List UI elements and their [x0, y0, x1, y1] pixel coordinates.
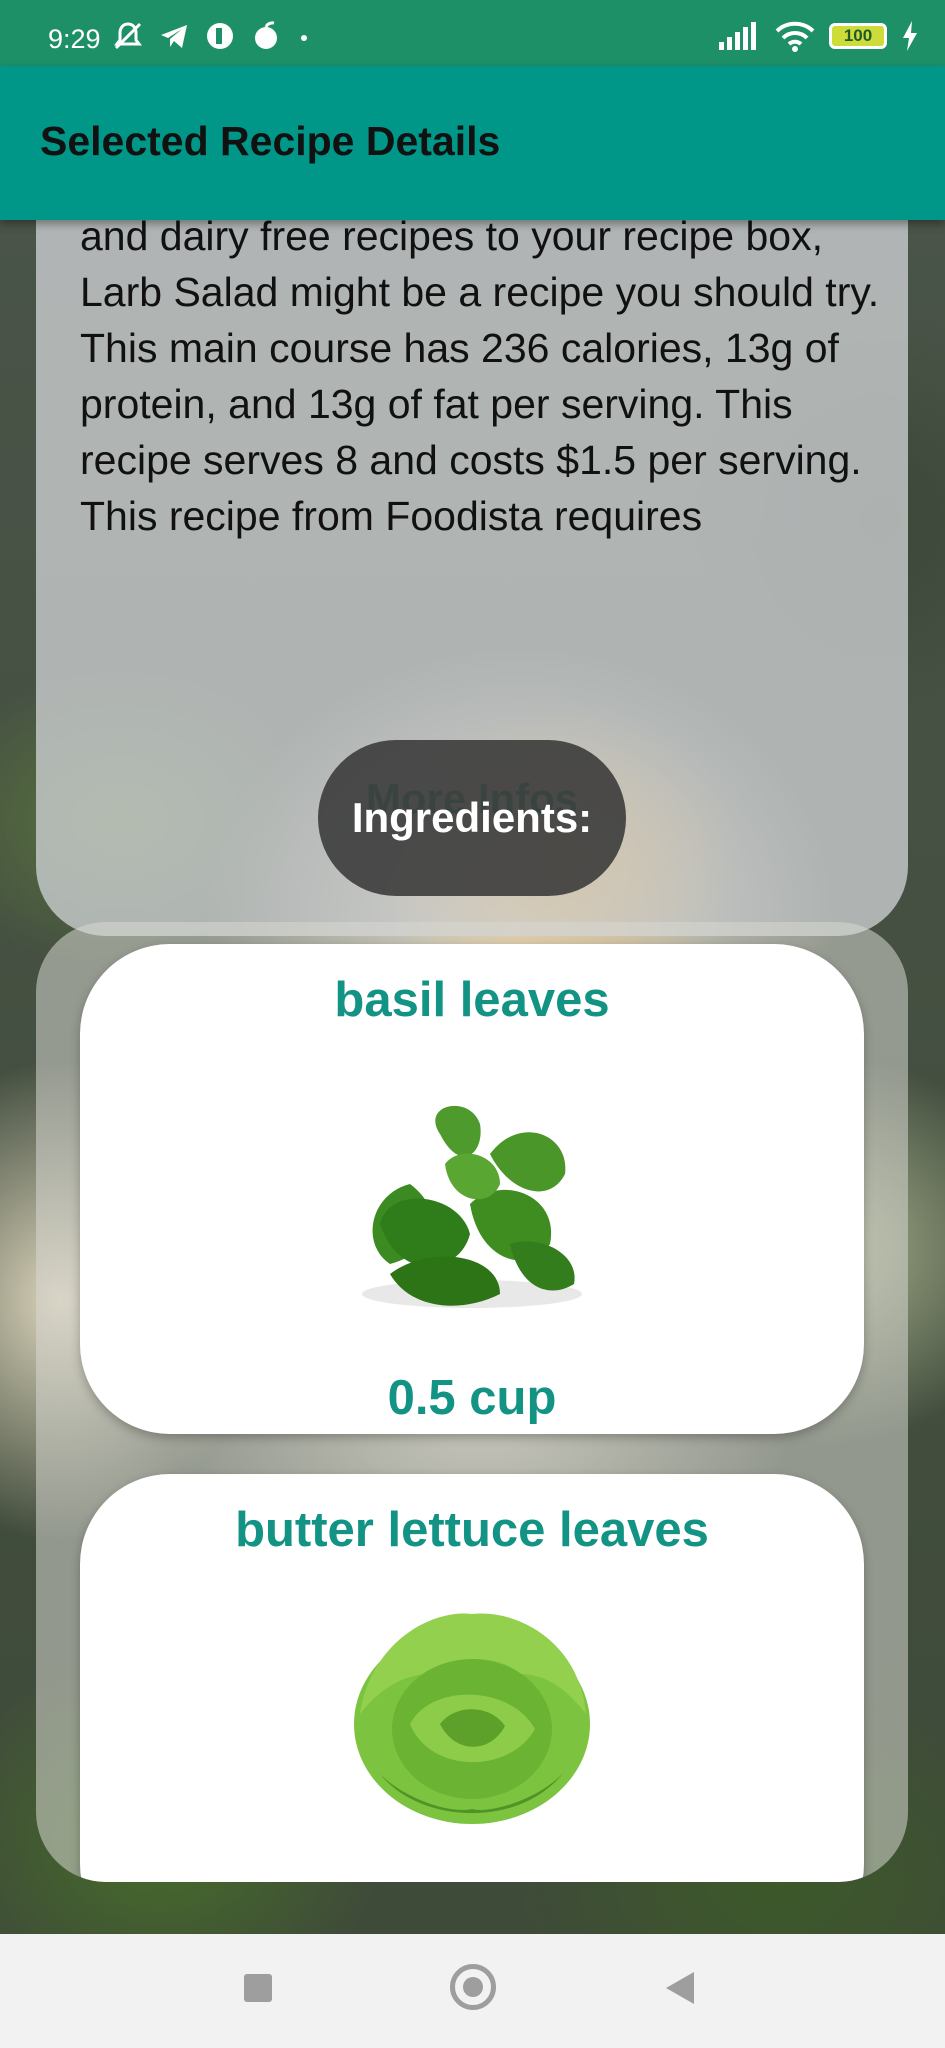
charging-icon — [903, 21, 917, 51]
telegram-icon — [161, 25, 187, 48]
back-icon[interactable] — [666, 1972, 694, 2004]
recipe-summary-partial-line: and dairy free recipes to your recipe — [80, 220, 735, 259]
status-time: 9:29 — [48, 24, 101, 54]
ingredient-name: basil leaves — [334, 973, 610, 1027]
fruit-app-icon — [255, 21, 277, 49]
wifi-icon — [775, 21, 815, 52]
home-icon[interactable] — [450, 1964, 496, 2010]
ingredients-header: Ingredients: — [318, 740, 626, 896]
recipe-summary-text: box, Larb Salad might be a recipe you sh… — [80, 220, 880, 539]
lettuce-icon — [354, 1613, 590, 1824]
ingredient-name: butter lettuce leaves — [235, 1503, 709, 1557]
recents-icon[interactable] — [244, 1974, 272, 2002]
ingredient-amount: 0.5 cup — [387, 1371, 557, 1425]
dot-icon — [301, 35, 307, 41]
recipe-summary: and dairy free recipes to your recipe bo… — [80, 220, 880, 544]
ingredient-card[interactable]: basil leaves 0.5 cup — [80, 944, 864, 1434]
app-notification-icon — [207, 23, 233, 49]
scroll-content[interactable]: and dairy free recipes to your recipe bo… — [0, 220, 945, 1934]
system-nav-bar — [0, 1934, 945, 2048]
signal-icon — [719, 22, 756, 50]
ingredient-card[interactable]: butter lettuce leaves — [80, 1474, 864, 1882]
battery-level: 100 — [843, 26, 873, 45]
status-bar: 9:29 100 — [0, 0, 945, 66]
page-title: Selected Recipe Details — [40, 118, 501, 164]
basil-icon — [362, 1105, 582, 1308]
battery-icon: 100 — [829, 23, 887, 49]
app-bar: Selected Recipe Details — [0, 66, 945, 220]
mute-bell-icon — [114, 22, 142, 50]
ingredients-list[interactable]: basil leaves 0.5 cup butter lettuce leav… — [36, 922, 908, 1882]
